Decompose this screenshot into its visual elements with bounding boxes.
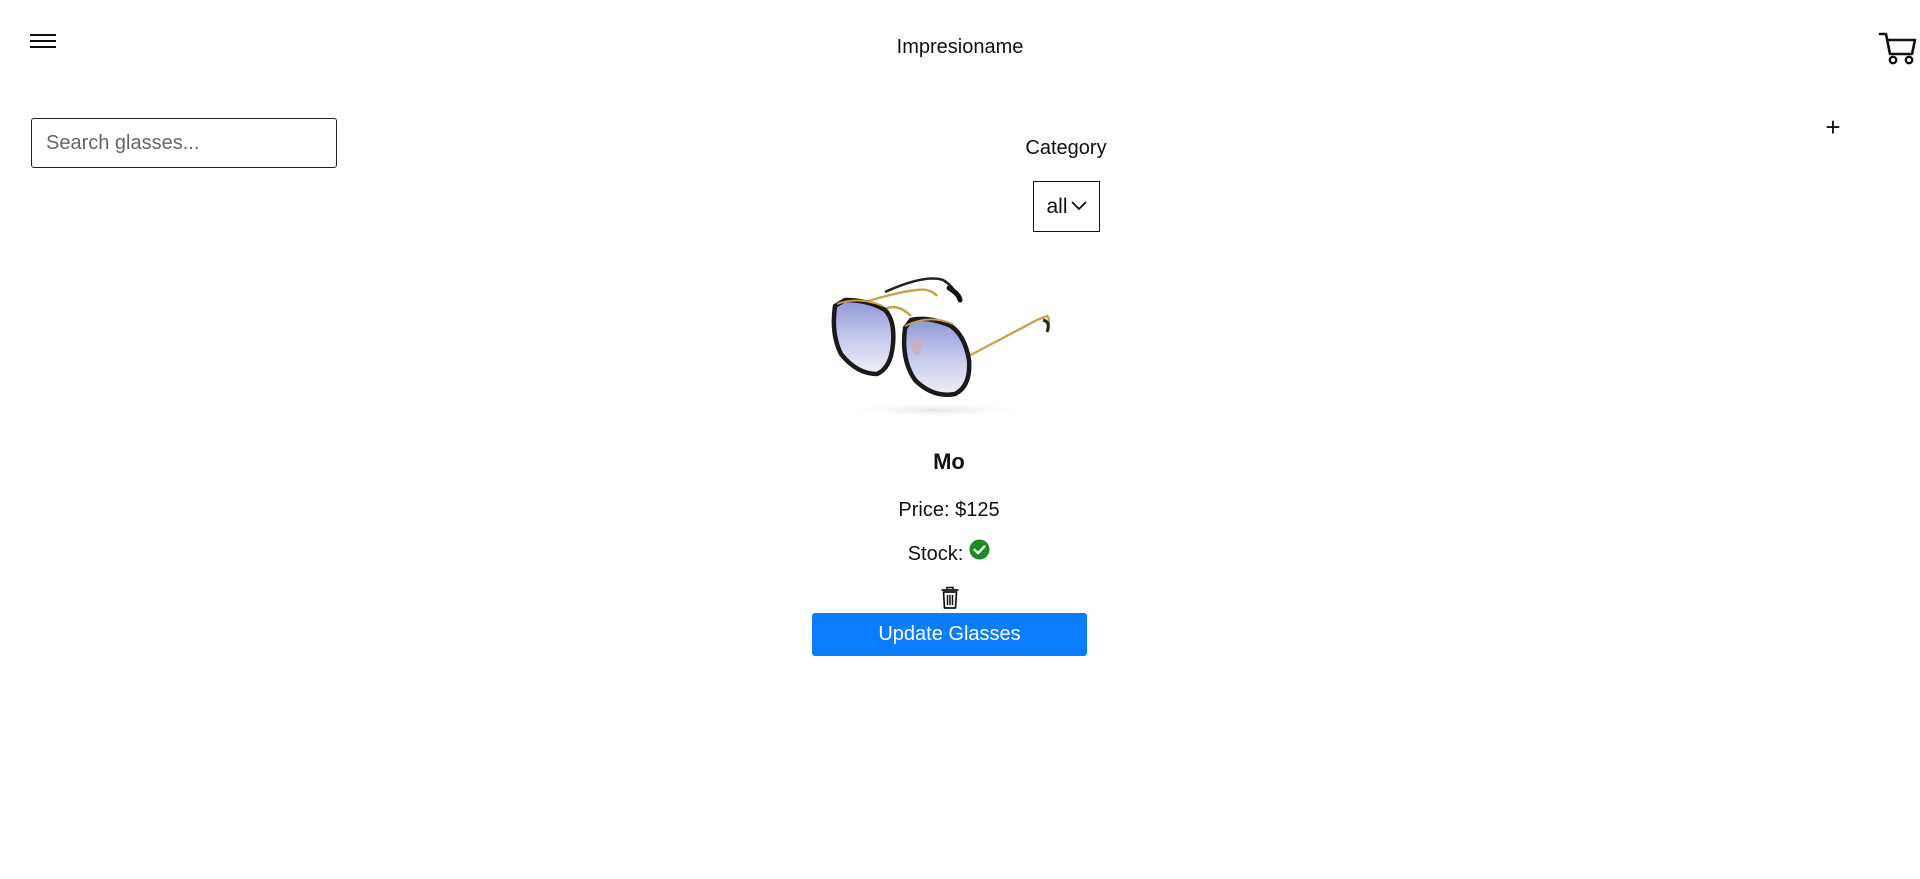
stock-row: Stock: (849, 539, 1049, 566)
category-selected-value: all (1046, 194, 1068, 218)
shopping-cart-icon[interactable] (1878, 30, 1918, 66)
chevron-down-icon (1070, 193, 1087, 217)
search-input[interactable] (31, 118, 337, 168)
check-circle-icon (969, 539, 990, 566)
category-label: Category (1025, 137, 1107, 159)
page: Impresioname + Category all (0, 0, 1920, 879)
stock-label: Stock: (907, 543, 964, 565)
hamburger-menu-icon[interactable] (30, 34, 56, 50)
product-price: Price: $125 (898, 499, 1000, 521)
brand-title: Impresioname (896, 36, 1024, 58)
update-glasses-button[interactable]: Update Glasses (812, 613, 1087, 656)
product-name: Mo (933, 449, 965, 474)
add-glasses-button[interactable]: + (1820, 114, 1846, 140)
category-select[interactable]: all (1033, 181, 1100, 232)
product-image (825, 270, 1070, 420)
trash-icon[interactable] (939, 586, 961, 610)
